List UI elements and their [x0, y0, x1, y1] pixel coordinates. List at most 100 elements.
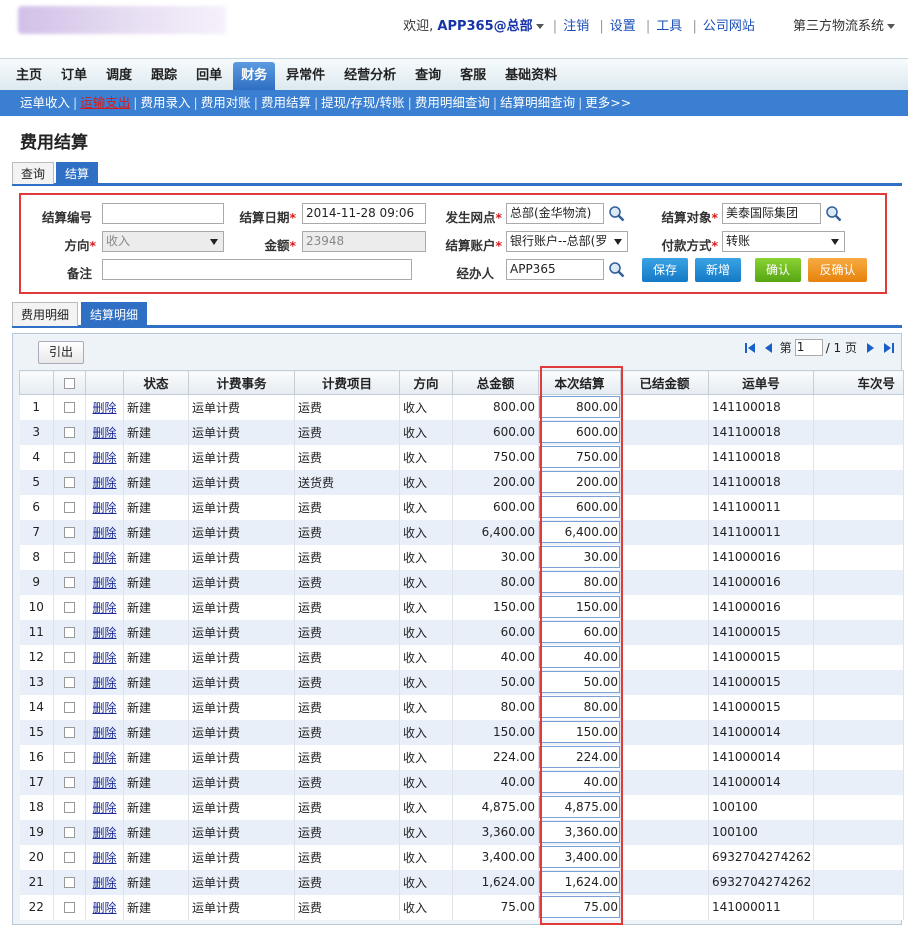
row-checkbox[interactable]: [64, 427, 75, 438]
cell-checkbox[interactable]: [53, 519, 86, 545]
delete-link[interactable]: 删除: [85, 544, 124, 570]
row-checkbox[interactable]: [64, 502, 75, 513]
delete-link[interactable]: 删除: [85, 794, 124, 820]
table-row[interactable]: 15 删除 新建 运单计费 运费 收入 150.00 150.00 141000014: [19, 719, 904, 745]
nav-item-8[interactable]: 查询: [407, 62, 449, 90]
amount-input[interactable]: 23948: [302, 231, 426, 252]
row-checkbox[interactable]: [64, 402, 75, 414]
table-row[interactable]: 19 删除 新建 运单计费 运费 收入 3,360.00 3,360.00 100100: [19, 819, 904, 845]
current-settle-input[interactable]: 150.00: [539, 721, 620, 743]
subnav-item-3[interactable]: 费用对账: [201, 95, 251, 110]
table-row[interactable]: 9 删除 新建 运单计费 运费 收入 80.00 80.00 141000016: [19, 569, 904, 595]
row-checkbox[interactable]: [64, 802, 75, 813]
branch-input[interactable]: 总部(金华物流): [506, 203, 604, 224]
subnav-item-6[interactable]: 费用明细查询: [415, 95, 490, 110]
cell-checkbox[interactable]: [53, 594, 86, 620]
direction-select[interactable]: 收入: [102, 231, 224, 252]
delete-link[interactable]: 删除: [85, 844, 124, 870]
table-row[interactable]: 1 删除 新建 运单计费 运费 收入 800.00 800.00 141100018: [19, 394, 904, 420]
unconfirm-button[interactable]: 反确认: [808, 258, 867, 282]
cell-checkbox[interactable]: [53, 694, 86, 720]
account-select[interactable]: 银行账户--总部(罗: [506, 231, 628, 252]
cell-checkbox[interactable]: [53, 394, 86, 420]
cell-checkbox[interactable]: [53, 719, 86, 745]
row-checkbox[interactable]: [64, 552, 75, 563]
cell-checkbox[interactable]: [53, 644, 86, 670]
table-row[interactable]: 18 删除 新建 运单计费 运费 收入 4,875.00 4,875.00 100100: [19, 794, 904, 820]
first-page-icon[interactable]: [744, 342, 756, 354]
next-page-icon[interactable]: [865, 342, 877, 354]
delete-link[interactable]: 删除: [85, 744, 124, 770]
subnav-more[interactable]: 更多>>: [585, 95, 631, 110]
row-checkbox[interactable]: [64, 627, 75, 638]
cell-checkbox[interactable]: [53, 544, 86, 570]
settle-date-input[interactable]: 2014-11-28 09:06: [302, 203, 426, 224]
cell-checkbox[interactable]: [53, 569, 86, 595]
delete-link[interactable]: 删除: [85, 594, 124, 620]
table-row[interactable]: 22 删除 新建 运单计费 运费 收入 75.00 75.00 141000011: [19, 894, 904, 920]
delete-link[interactable]: 删除: [85, 419, 124, 445]
table-row[interactable]: 7 删除 新建 运单计费 运费 收入 6,400.00 6,400.00 141100011: [19, 519, 904, 545]
search-icon[interactable]: [608, 205, 625, 222]
delete-link[interactable]: 删除: [85, 519, 124, 545]
subnav-item-4[interactable]: 费用结算: [261, 95, 311, 110]
system-menu[interactable]: 第三方物流系统: [793, 19, 884, 34]
nav-item-5[interactable]: 财务: [233, 62, 276, 90]
subnav-item-5[interactable]: 提现/存现/转账: [321, 95, 404, 110]
delete-link[interactable]: 删除: [85, 619, 124, 645]
current-settle-input[interactable]: 40.00: [539, 771, 620, 793]
chevron-down-icon[interactable]: [535, 24, 544, 29]
table-row[interactable]: 12 删除 新建 运单计费 运费 收入 40.00 40.00 141000015: [19, 644, 904, 670]
search-icon[interactable]: [825, 205, 842, 222]
nav-item-7[interactable]: 经营分析: [336, 62, 404, 90]
table-row[interactable]: 5 删除 新建 运单计费 送货费 收入 200.00 200.00 141100018: [19, 469, 904, 495]
nav-item-10[interactable]: 基础资料: [497, 62, 565, 90]
col-settled[interactable]: 已结金额: [620, 370, 709, 395]
current-settle-input[interactable]: 3,360.00: [539, 821, 620, 843]
settings-link[interactable]: 设置: [610, 19, 636, 34]
delete-link[interactable]: 删除: [85, 669, 124, 695]
table-row[interactable]: 4 删除 新建 运单计费 运费 收入 750.00 750.00 141100018: [19, 444, 904, 470]
current-settle-input[interactable]: 150.00: [539, 596, 620, 618]
table-row[interactable]: 10 删除 新建 运单计费 运费 收入 150.00 150.00 141000016: [19, 594, 904, 620]
nav-item-2[interactable]: 调度: [98, 62, 140, 90]
current-settle-input[interactable]: 750.00: [539, 446, 620, 468]
tools-link[interactable]: 工具: [656, 19, 682, 34]
delete-link[interactable]: 删除: [85, 494, 124, 520]
row-checkbox[interactable]: [64, 602, 75, 613]
current-settle-input[interactable]: 30.00: [539, 546, 620, 568]
current-settle-input[interactable]: 4,875.00: [539, 796, 620, 818]
current-settle-input[interactable]: 80.00: [539, 571, 620, 593]
cell-checkbox[interactable]: [53, 619, 86, 645]
col-select-all[interactable]: [53, 370, 86, 395]
current-settle-input[interactable]: 3,400.00: [539, 846, 620, 868]
delete-link[interactable]: 删除: [85, 819, 124, 845]
row-checkbox[interactable]: [64, 902, 75, 913]
col-status[interactable]: 状态: [123, 370, 189, 395]
delete-link[interactable]: 删除: [85, 694, 124, 720]
table-row[interactable]: 17 删除 新建 运单计费 运费 收入 40.00 40.00 141000014: [19, 769, 904, 795]
delete-link[interactable]: 删除: [85, 894, 124, 920]
pay-method-select[interactable]: 转账: [722, 231, 845, 252]
cell-checkbox[interactable]: [53, 469, 86, 495]
col-current-settle[interactable]: 本次结算: [538, 370, 621, 395]
tab-query[interactable]: 查询: [12, 162, 55, 184]
current-settle-input[interactable]: 600.00: [539, 496, 620, 518]
tab-fee-detail[interactable]: 费用明细: [12, 302, 79, 326]
save-button[interactable]: 保存: [642, 258, 688, 282]
col-trip-no[interactable]: 车次号: [813, 370, 904, 395]
table-row[interactable]: 21 删除 新建 运单计费 运费 收入 1,624.00 1,624.00 6932704274…: [19, 869, 904, 895]
delete-link[interactable]: 删除: [85, 869, 124, 895]
cell-checkbox[interactable]: [53, 894, 86, 920]
delete-link[interactable]: 删除: [85, 644, 124, 670]
export-button[interactable]: 引出: [38, 341, 85, 364]
current-settle-input[interactable]: 80.00: [539, 696, 620, 718]
page-number-input[interactable]: 1: [794, 339, 823, 356]
row-checkbox[interactable]: [64, 752, 75, 763]
row-checkbox[interactable]: [64, 827, 75, 838]
current-settle-input[interactable]: 6,400.00: [539, 521, 620, 543]
settle-no-input[interactable]: [102, 203, 224, 224]
company-site-link[interactable]: 公司网站: [703, 19, 755, 34]
nav-item-4[interactable]: 回单: [188, 62, 230, 90]
current-settle-input[interactable]: 200.00: [539, 471, 620, 493]
